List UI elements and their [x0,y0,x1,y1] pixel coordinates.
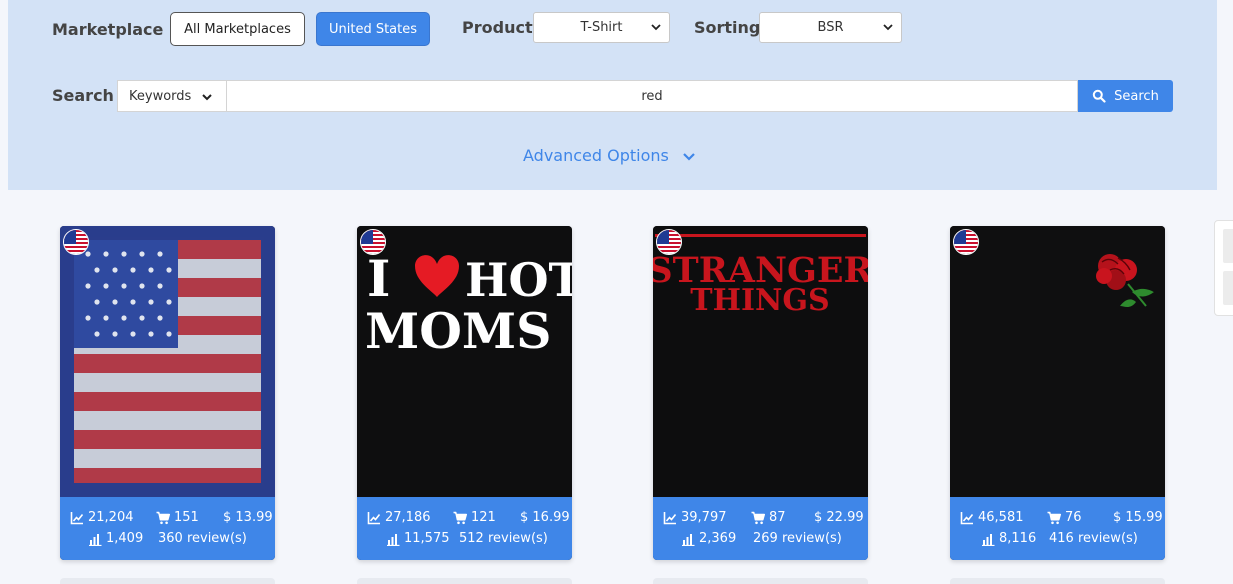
bsr-stat: 27,186 [367,510,431,525]
shopping-cart-icon [751,511,765,524]
reviews-stat: 360 review(s) [158,531,247,546]
us-flag-icon [63,229,89,255]
search-type-select[interactable]: Keywords [117,80,227,112]
advanced-options-toggle[interactable]: Advanced Options [523,146,697,165]
product-stats: 27,186 121 $ 16.99 11,575 512 review(s) [357,497,572,560]
bsr-stat: 21,204 [70,510,134,525]
product-label: Product [462,18,533,37]
price-stat: $ 13.99 [223,510,273,525]
reviews-stat: 416 review(s) [1049,531,1138,546]
american-flag-image [60,226,275,497]
chevron-down-icon [883,24,893,31]
graphic-text-things: THINGS [690,283,829,318]
stranger-things-image: STRANGER THINGS [653,226,868,497]
us-flag-icon [953,229,979,255]
rank-stat: 1,409 [88,531,143,546]
graphic-text-hot: HOT [465,253,572,307]
product-card-next-row [653,578,868,584]
graphic-text-i: I [367,249,390,308]
bsr-stat: 39,797 [663,510,727,525]
chevron-down-icon [202,94,212,101]
product-image[interactable]: STRANGER THINGS [653,226,868,497]
product-image[interactable] [60,226,275,497]
bar-chart-icon [682,533,695,546]
sorting-select[interactable]: BSR [759,12,902,43]
shopping-cart-icon [156,511,170,524]
sales-stat: 121 [453,510,496,525]
shopping-cart-icon [1047,511,1061,524]
product-card[interactable]: STRANGER THINGS 39,797 87 $ 22.99 2,369 … [653,226,868,560]
sales-stat: 87 [751,510,786,525]
search-type-value: Keywords [129,88,192,104]
sales-stat: 151 [156,510,199,525]
product-card[interactable]: I HOT MOMS 27,186 121 $ 16.99 11,575 512… [357,226,572,560]
product-select-value: T-Shirt [580,20,623,35]
bsr-stat: 46,581 [960,510,1024,525]
rank-stat: 2,369 [681,531,736,546]
chevron-down-icon [651,24,661,31]
product-card-next-row [950,578,1165,584]
reviews-stat: 269 review(s) [753,531,842,546]
search-button[interactable]: Search [1078,80,1173,112]
product-image[interactable] [950,226,1165,497]
red-rose-image [950,226,1165,497]
side-widget-button[interactable] [1223,229,1233,263]
product-select[interactable]: T-Shirt [533,12,670,43]
trend-chart-icon [663,511,677,524]
product-stats: 46,581 76 $ 15.99 8,116 416 review(s) [950,497,1165,560]
trend-chart-icon [367,511,381,524]
search-label: Search [52,86,114,105]
search-icon [1092,89,1106,103]
product-image[interactable]: I HOT MOMS [357,226,572,497]
bar-chart-icon [89,533,102,546]
product-card[interactable]: 46,581 76 $ 15.99 8,116 416 review(s) [950,226,1165,560]
sorting-label: Sorting [694,18,761,37]
marketplace-label: Marketplace [52,20,164,39]
product-stats: 21,204 151 $ 13.99 1,409 360 review(s) [60,497,275,560]
search-input[interactable] [226,80,1078,112]
trend-chart-icon [70,511,84,524]
us-flag-icon [360,229,386,255]
graphic-text-moms: MOMS [365,302,552,360]
price-stat: $ 22.99 [814,510,864,525]
search-button-label: Search [1114,88,1159,104]
united-states-button[interactable]: United States [316,12,430,46]
bar-chart-icon [982,533,995,546]
rank-stat: 11,575 [386,531,450,546]
sales-stat: 76 [1047,510,1082,525]
price-stat: $ 16.99 [520,510,570,525]
product-card-next-row [60,578,275,584]
sorting-select-value: BSR [817,20,844,35]
bar-chart-icon [387,533,400,546]
trend-chart-icon [960,511,974,524]
us-flag-icon [656,229,682,255]
all-marketplaces-button[interactable]: All Marketplaces [170,12,305,46]
shopping-cart-icon [453,511,467,524]
rank-stat: 8,116 [981,531,1036,546]
product-card[interactable]: 21,204 151 $ 13.99 1,409 360 review(s) [60,226,275,560]
product-stats: 39,797 87 $ 22.99 2,369 269 review(s) [653,497,868,560]
side-widget-button[interactable] [1223,271,1233,305]
side-panel-widget[interactable] [1214,220,1233,316]
advanced-options-label: Advanced Options [523,146,669,165]
product-card-next-row [357,578,572,584]
price-stat: $ 15.99 [1113,510,1163,525]
i-love-hot-moms-image: I HOT MOMS [357,226,572,497]
chevron-down-icon [683,152,695,161]
reviews-stat: 512 review(s) [459,531,548,546]
